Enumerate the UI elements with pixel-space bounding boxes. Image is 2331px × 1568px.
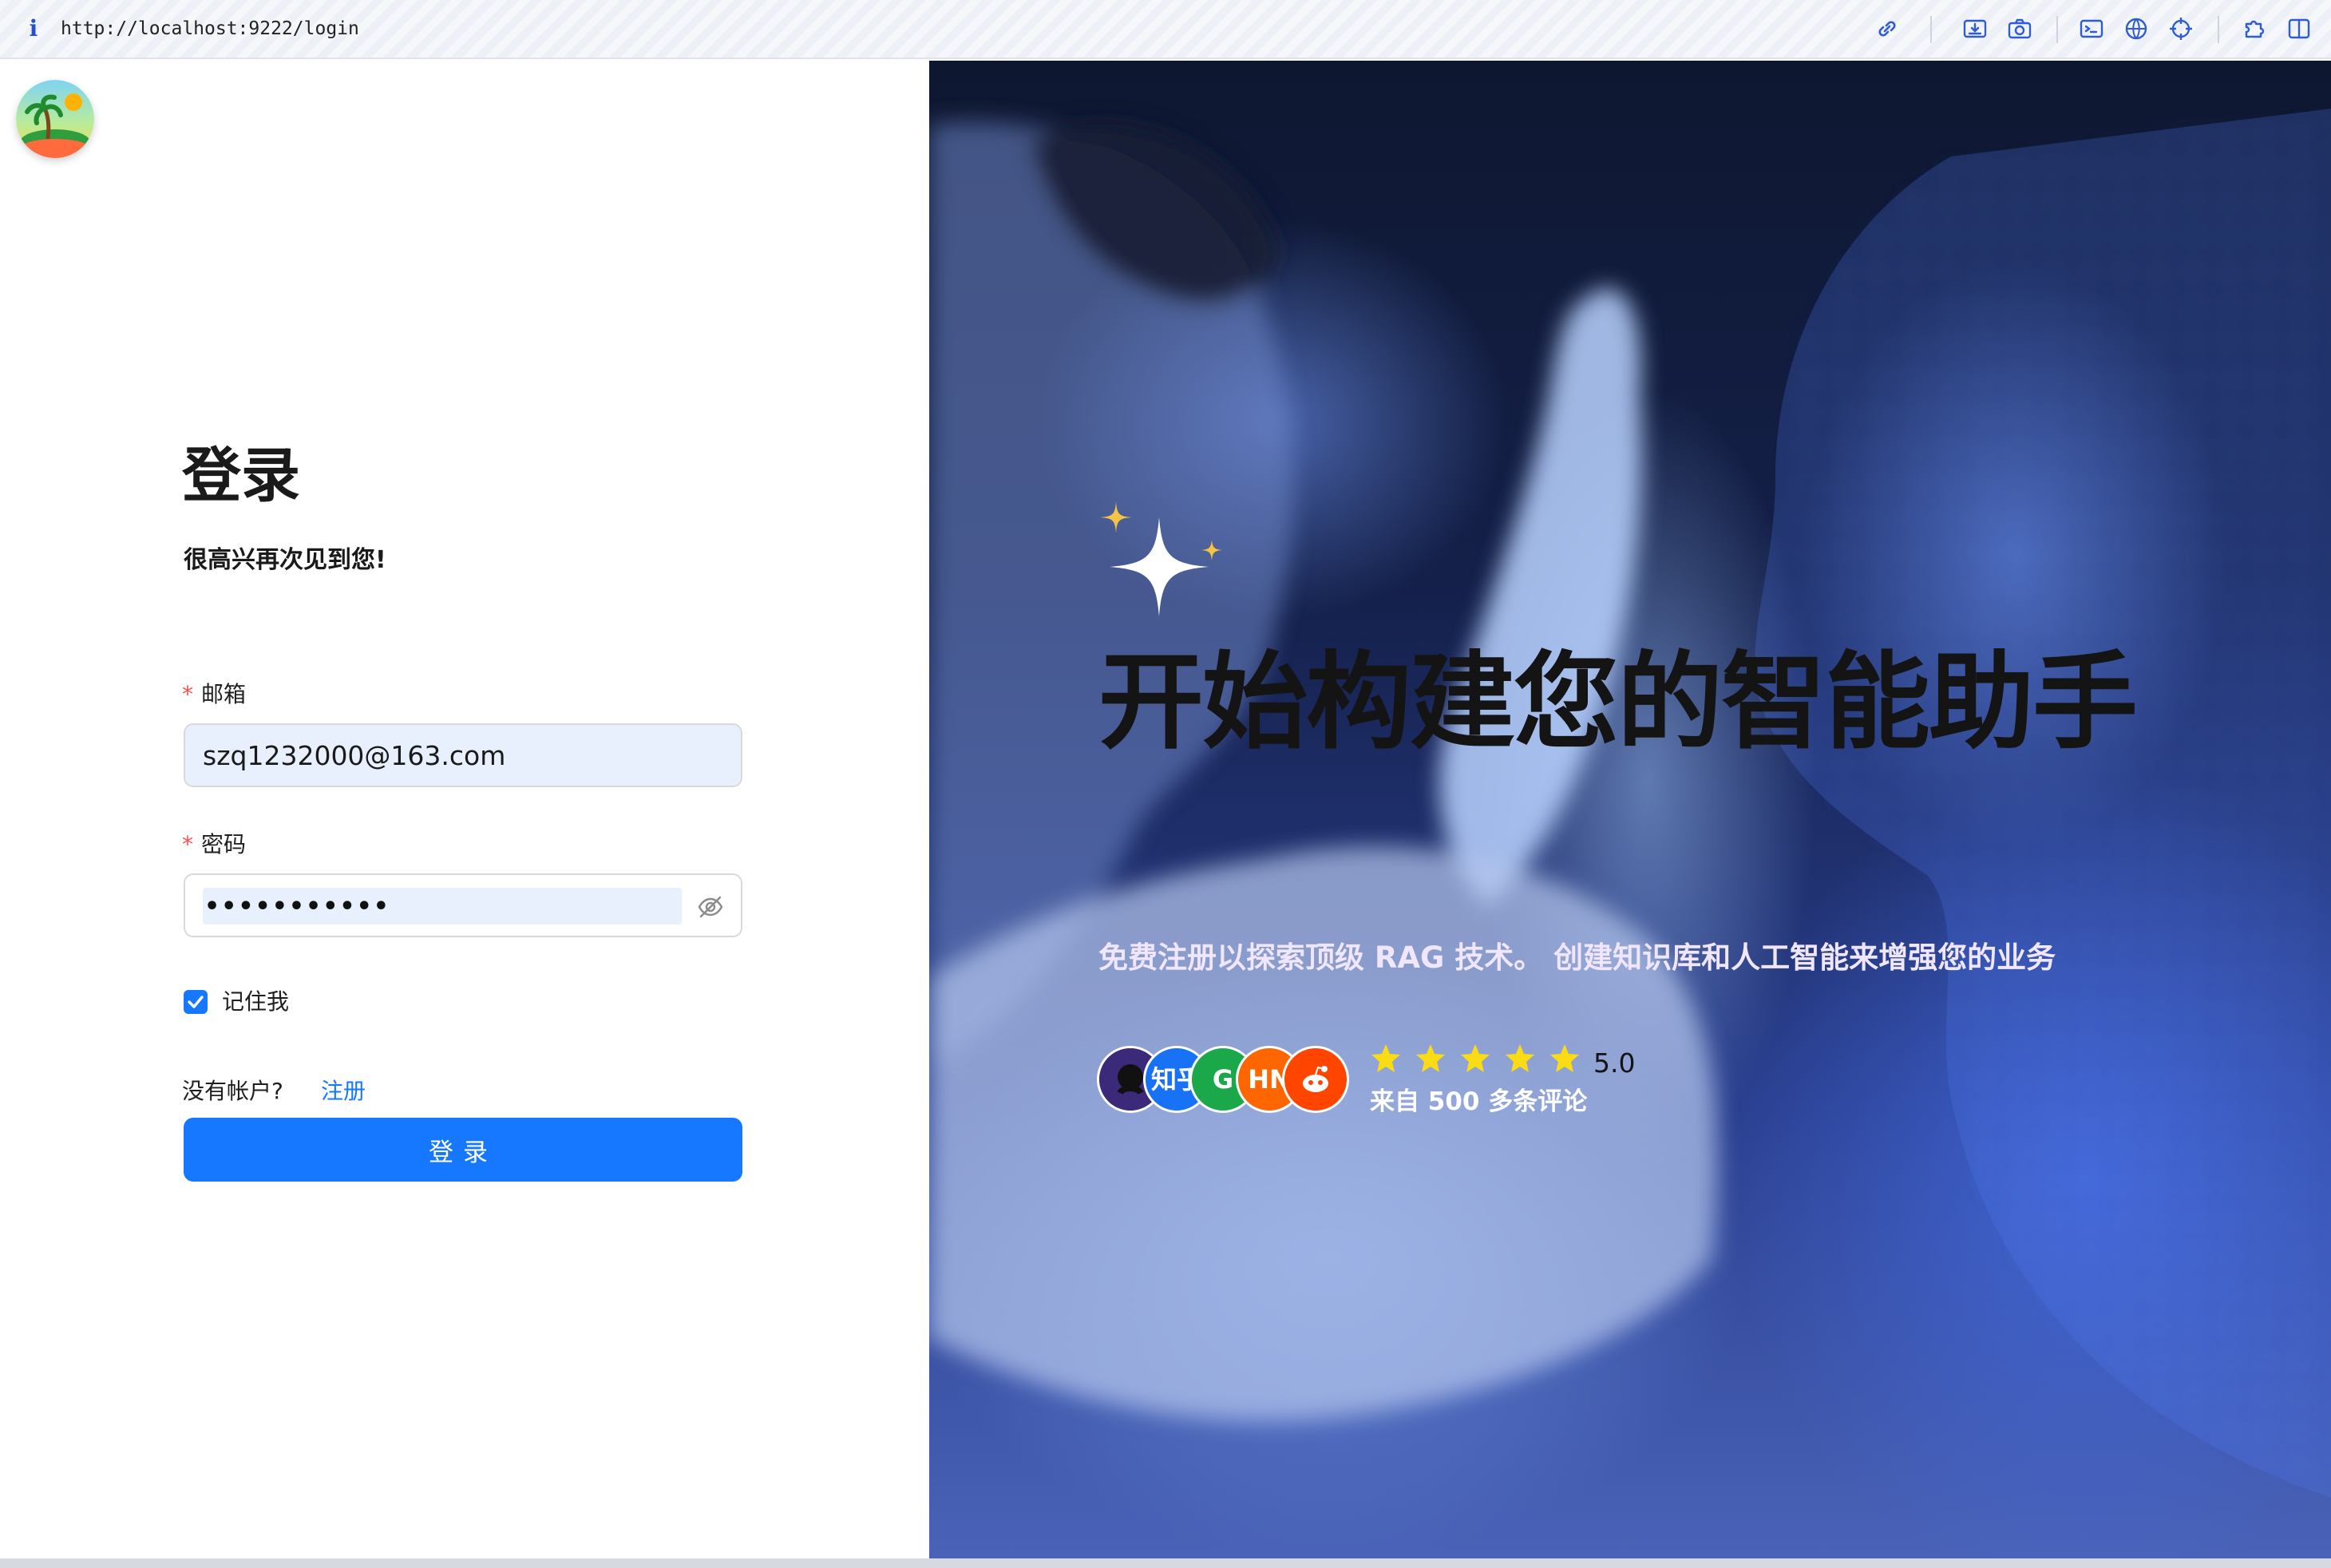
star-icon [1506, 1044, 1534, 1072]
star-icon [1550, 1044, 1579, 1072]
browser-toolbar: i http://localhost:9222/login [0, 0, 2331, 59]
register-link[interactable]: 注册 [321, 1075, 366, 1107]
page-title: 登录 [182, 441, 300, 510]
hero-title: 开始构建您的智能助手 [1098, 641, 2138, 764]
globe-icon[interactable] [2123, 16, 2149, 42]
camera-icon[interactable] [2007, 16, 2032, 42]
email-field[interactable] [184, 723, 742, 787]
reddit-icon [1303, 1066, 1328, 1092]
email-label: * 邮箱 [182, 679, 246, 711]
rating-stars [1370, 1043, 1593, 1081]
download-icon[interactable] [1962, 16, 1988, 42]
email-label-text: 邮箱 [201, 681, 247, 707]
star-icon [1416, 1044, 1445, 1072]
required-mark: * [182, 681, 193, 707]
crosshair-icon[interactable] [2168, 16, 2194, 42]
avatar-reddit [1282, 1046, 1349, 1113]
site-info-icon[interactable]: i [26, 13, 42, 45]
address-bar[interactable]: http://localhost:9222/login [61, 14, 359, 43]
palm-island-logo-icon [16, 80, 94, 158]
no-account-text: 没有帐户? [182, 1078, 283, 1104]
hero-panel [929, 61, 2331, 1558]
password-label-text: 密码 [201, 831, 247, 857]
hero-background-image [929, 109, 2331, 1498]
sidebar-icon[interactable] [2286, 16, 2312, 42]
hero-subtitle: 免费注册以探索顶级 RAG 技术。 创建知识库和人工智能来增强您的业务 [1098, 940, 2056, 975]
review-source-avatars: 知乎 G HN [1097, 1046, 1352, 1116]
toolbar-separator [2056, 16, 2058, 43]
star-icon [1371, 1044, 1400, 1072]
required-mark: * [182, 831, 193, 857]
sparkle-icon [1100, 501, 1222, 616]
app-logo[interactable] [16, 80, 94, 158]
star-icon [1461, 1044, 1490, 1072]
remember-me-label[interactable]: 记住我 [222, 986, 289, 1018]
password-field[interactable] [184, 873, 742, 937]
remember-me-checkbox[interactable] [184, 990, 208, 1014]
password-label: * 密码 [182, 829, 246, 861]
toolbar-separator [1930, 16, 1932, 43]
link-icon[interactable] [1874, 16, 1900, 42]
checkmark-icon [188, 996, 204, 1008]
puzzle-icon[interactable] [2242, 16, 2267, 42]
password-input[interactable] [204, 888, 680, 925]
email-input[interactable] [203, 725, 714, 786]
toolbar-separator [2218, 16, 2219, 43]
eye-invisible-icon[interactable] [696, 893, 725, 921]
page-subtitle: 很高兴再次见到您! [184, 546, 386, 574]
rating-value: 5.0 [1593, 1047, 1636, 1079]
login-button[interactable]: 登录 [184, 1118, 742, 1182]
window-bottom-edge [0, 1558, 2331, 1568]
terminal-icon[interactable] [2079, 16, 2104, 42]
reviews-count-text: 来自 500 多条评论 [1370, 1087, 1588, 1116]
